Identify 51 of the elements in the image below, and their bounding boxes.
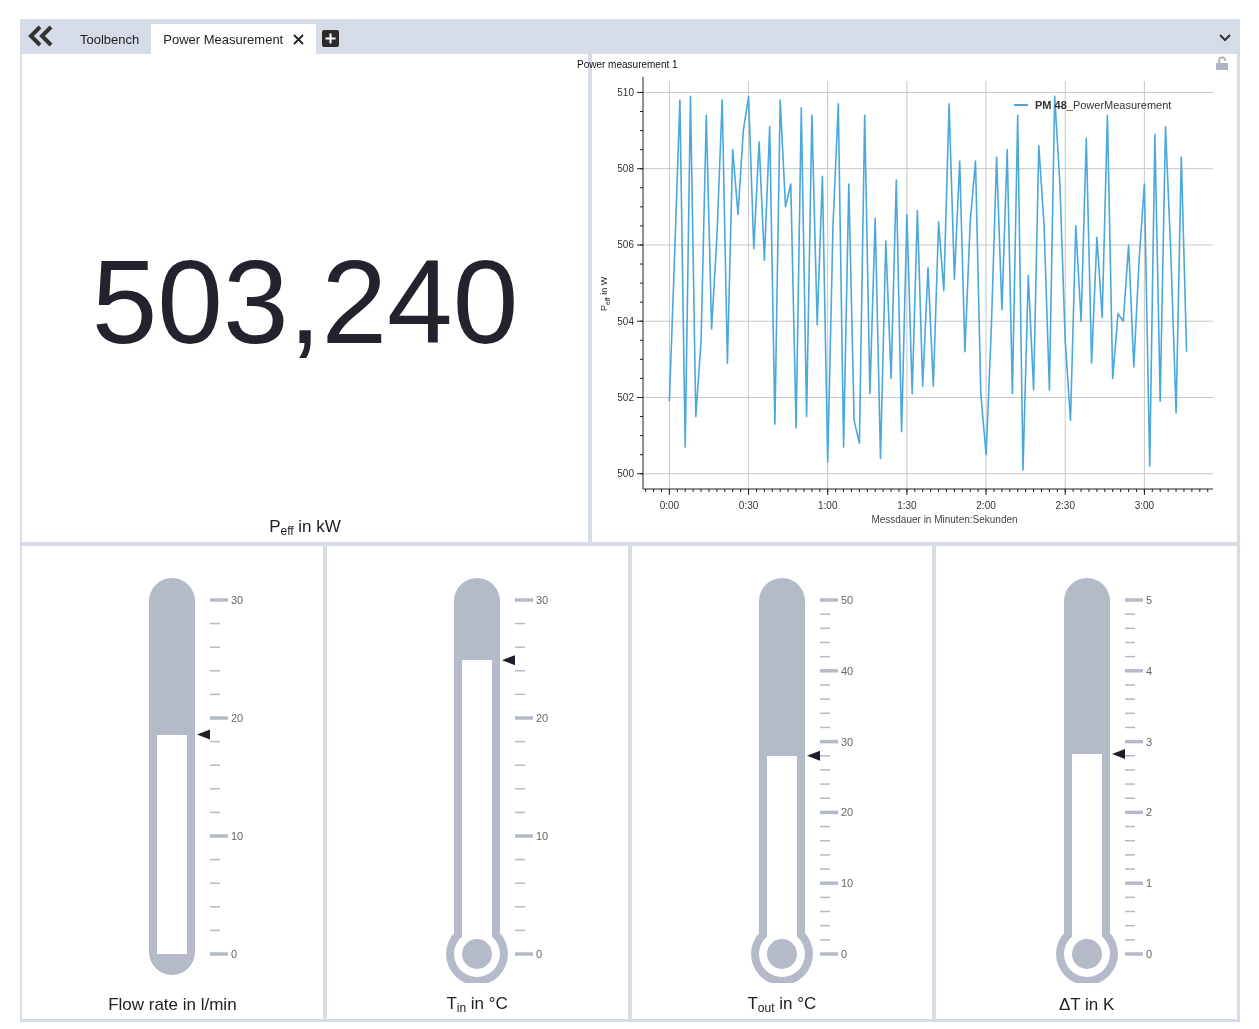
x-tick-label: 2:30: [1055, 500, 1075, 511]
x-tick-label: 2:00: [976, 500, 996, 511]
scale-label: 20: [231, 712, 244, 724]
value-readout: 503,240: [91, 235, 519, 370]
scale-label: 50: [840, 594, 854, 606]
level-pointer: [1111, 749, 1125, 759]
scale-label: 40: [840, 664, 854, 677]
chart-title: Power measurement 1: [577, 59, 678, 72]
caret-icon[interactable]: [1219, 34, 1231, 42]
scale-label: 30: [536, 594, 549, 606]
value-label: P$_{eff}$ in kW: [269, 517, 341, 538]
level-pointer: [806, 750, 820, 761]
y-tick-label: 504: [618, 315, 634, 327]
double-chevron-icon[interactable]: [28, 25, 54, 47]
scale-label: 10: [231, 830, 244, 842]
scale-label: 10: [840, 877, 854, 890]
x-tick-label: 0:30: [738, 500, 759, 511]
gauge-label: T$_{out}$ in °C: [747, 994, 817, 1015]
scale-label: 20: [840, 806, 854, 819]
x-tick-label: 0:00: [659, 500, 680, 511]
y-tick-label: 502: [618, 392, 634, 403]
scale-label: 30: [231, 594, 244, 606]
scale-label: 30: [840, 735, 854, 748]
x-tick-label: 3:00: [1134, 500, 1155, 511]
x-tick-label: 1:00: [818, 500, 838, 511]
y-tick-label: 510: [618, 86, 634, 98]
level-pointer: [502, 655, 516, 666]
x-axis-title: Messdauer in Minuten:Sekunden: [870, 514, 1019, 525]
scale-label: 1: [1145, 877, 1152, 890]
scale-label: 0: [536, 948, 543, 960]
scale-label: 5: [1145, 594, 1152, 606]
add-tab-icon[interactable]: [322, 30, 340, 47]
scale-label: 20: [536, 712, 549, 724]
level-pointer: [197, 729, 211, 740]
scale-label: 2: [1145, 806, 1152, 819]
y-tick-label: 506: [618, 239, 634, 251]
gauge-label: ΔT in K: [1058, 995, 1115, 1015]
scale-label: 4: [1145, 664, 1152, 677]
tab[interactable]: Power Measurement: [151, 24, 317, 54]
y-tick-label: 508: [618, 163, 634, 175]
close-icon[interactable]: [293, 33, 305, 45]
y-tick-label: 500: [618, 468, 634, 480]
scale-label: 3: [1145, 735, 1152, 748]
scale-label: 10: [536, 830, 549, 842]
tab[interactable]: Toolbench: [68, 24, 152, 54]
scale-label: 0: [231, 948, 238, 960]
scale-label: 0: [840, 948, 847, 960]
x-tick-label: 1:30: [897, 500, 917, 511]
gauge-label: Flow rate in l/min: [108, 995, 237, 1015]
scale-label: 0: [1145, 948, 1152, 960]
gauge-label: T$_{in}$ in °C: [446, 994, 508, 1015]
